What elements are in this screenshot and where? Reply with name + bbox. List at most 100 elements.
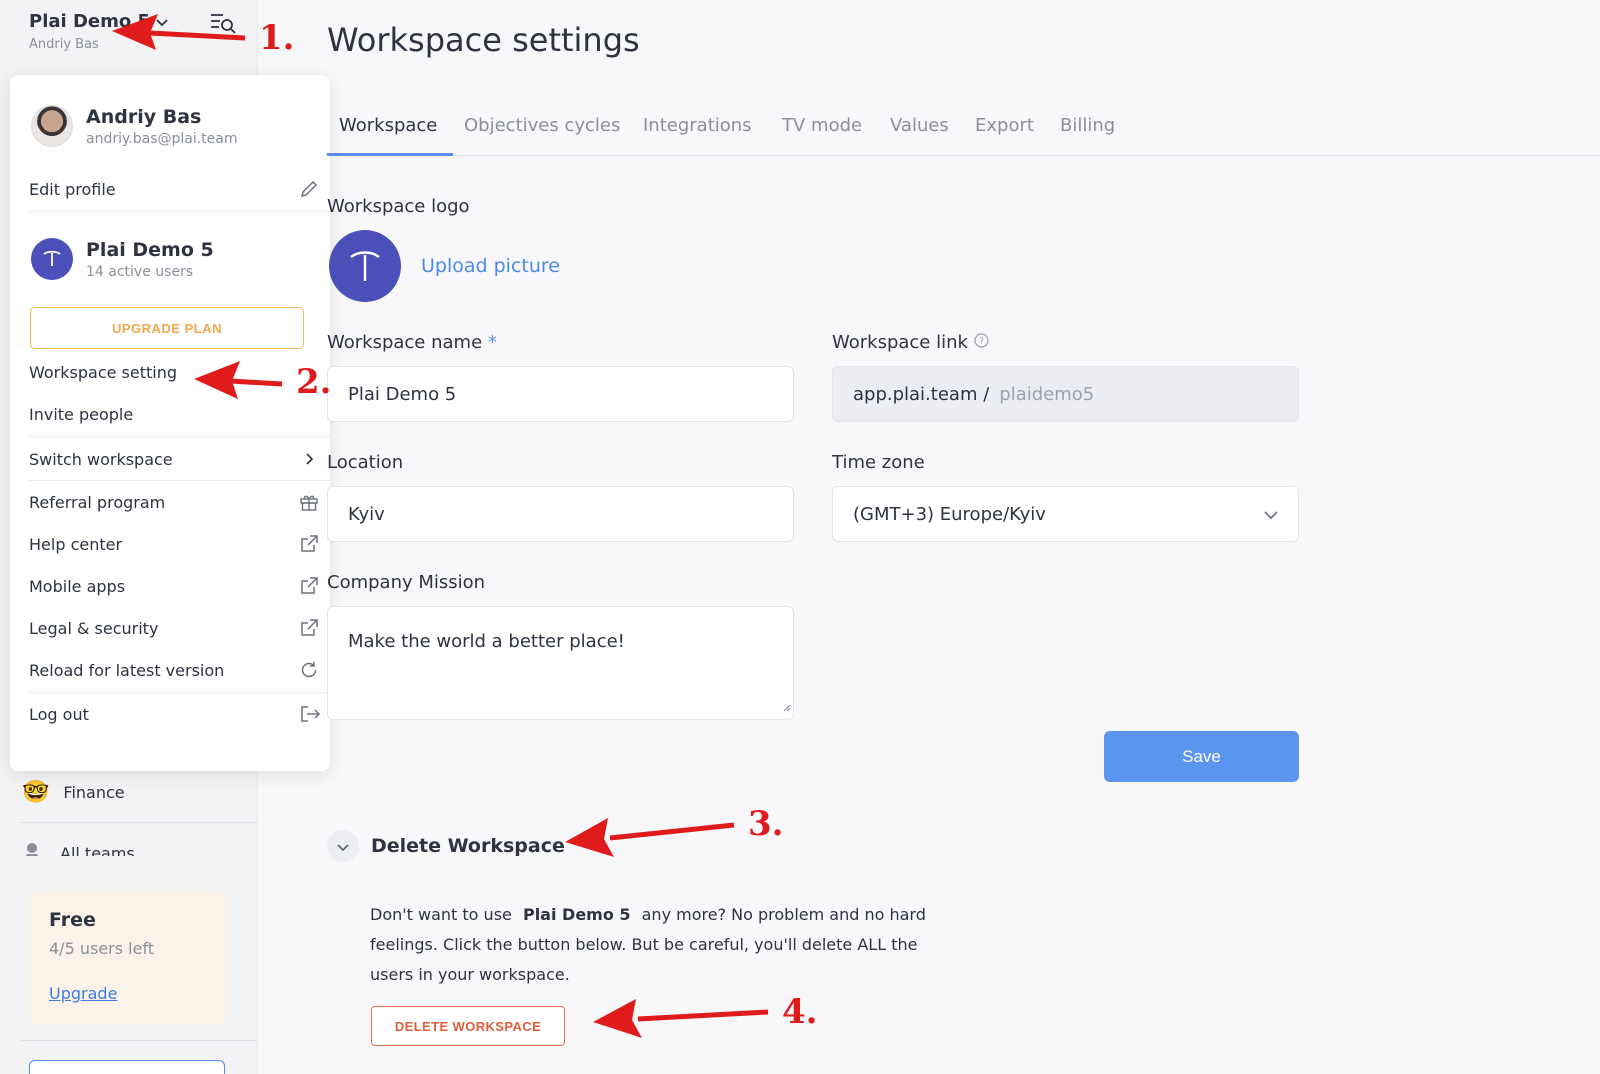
plan-title: Free <box>49 909 96 931</box>
collapse-toggle[interactable] <box>327 830 359 862</box>
menu-item-legal-security[interactable]: Legal & security <box>29 618 319 638</box>
timezone-label: Time zone <box>832 452 925 473</box>
divider <box>29 480 330 481</box>
menu-item-label: Switch workspace <box>29 449 173 469</box>
sidebar-team-finance[interactable]: 🤓 Finance <box>22 780 125 805</box>
sidebar-team-all[interactable]: All teams <box>22 842 258 856</box>
workspace-switcher[interactable]: Plai Demo 5 Andriy Bas <box>29 11 168 52</box>
annotation-number-2: 2. <box>296 362 332 402</box>
workspace-name-label: Workspace name * <box>327 332 497 353</box>
upgrade-plan-button[interactable]: UPGRADE PLAN <box>30 307 304 349</box>
company-mission-label: Company Mission <box>327 572 486 593</box>
menu-item-label: Reload for latest version <box>29 660 225 680</box>
help-icon[interactable]: ? <box>974 332 989 353</box>
workspace-link-field[interactable]: app.plai.team / plaidemo5 <box>832 366 1299 422</box>
tab-export[interactable]: Export <box>975 115 1034 136</box>
menu-current-workspace: Plai Demo 5 14 active users <box>31 238 214 280</box>
delete-workspace-description: Don't want to use Plai Demo 5 any more? … <box>370 905 926 984</box>
sidebar-bottom-button[interactable] <box>29 1060 225 1074</box>
divider <box>29 211 330 212</box>
menu-item-label: Legal & security <box>29 618 159 638</box>
gift-icon <box>299 492 319 512</box>
chevron-down-icon <box>1264 504 1278 525</box>
user-email: andriy.bas@plai.team <box>86 130 238 147</box>
tab-values[interactable]: Values <box>890 115 949 136</box>
tab-integrations[interactable]: Integrations <box>643 115 752 136</box>
team-icon <box>22 842 42 856</box>
workspace-name-input[interactable]: Plai Demo 5 <box>327 366 794 422</box>
external-link-icon <box>299 618 319 638</box>
location-input[interactable]: Kyiv <box>327 486 794 542</box>
save-button[interactable]: Save <box>1104 731 1299 782</box>
menu-item-label: Mobile apps <box>29 576 126 596</box>
workspace-name-bold: Plai Demo 5 <box>522 905 631 924</box>
workspace-logo-label: Workspace logo <box>327 196 470 217</box>
active-users: 14 active users <box>86 263 194 280</box>
menu-item-label: Invite people <box>29 405 134 424</box>
menu-item-label: Help center <box>29 534 123 554</box>
annotation-number-4: 4. <box>782 992 818 1032</box>
menu-item-referral-program[interactable]: Referral program <box>29 492 319 512</box>
required-mark: * <box>487 332 497 353</box>
upload-picture-link[interactable]: Upload picture <box>421 255 560 277</box>
team-label: Finance <box>63 783 125 802</box>
annotation-number-3: 3. <box>748 804 784 844</box>
menu-item-invite-people[interactable]: Invite people <box>29 405 319 424</box>
timezone-select[interactable]: (GMT+3) Europe/Kyiv <box>832 486 1299 542</box>
tab-workspace[interactable]: Workspace <box>339 115 437 136</box>
account-menu: Andriy Bas andriy.bas@plai.team Edit pro… <box>10 75 330 771</box>
workspace-title: Plai Demo 5 <box>29 11 151 32</box>
menu-item-label: Edit profile <box>29 179 116 199</box>
menu-item-mobile-apps[interactable]: Mobile apps <box>29 576 319 596</box>
menu-item-switch-workspace[interactable]: Switch workspace <box>29 449 319 469</box>
menu-item-label: Workspace setting <box>29 363 178 382</box>
page-title: Workspace settings <box>327 21 640 59</box>
annotation-number-1: 1. <box>259 18 295 58</box>
menu-item-help-center[interactable]: Help center <box>29 534 319 554</box>
workspace-logo-icon <box>31 238 73 280</box>
plan-card: Free 4/5 users left Upgrade <box>29 891 227 1024</box>
workspace-link-label: Workspace link ? <box>832 332 989 353</box>
resize-handle-icon[interactable] <box>781 696 791 717</box>
pencil-icon <box>299 179 319 199</box>
delete-workspace-heading: Delete Workspace <box>371 835 565 857</box>
search-icon[interactable] <box>210 12 236 34</box>
company-mission-textarea[interactable]: Make the world a better place! <box>327 606 794 720</box>
menu-item-reload[interactable]: Reload for latest version <box>29 660 319 680</box>
external-link-icon <box>299 534 319 554</box>
upgrade-link[interactable]: Upgrade <box>49 984 207 1003</box>
external-link-icon <box>299 576 319 596</box>
workspace-name: Plai Demo 5 <box>86 238 214 261</box>
menu-item-label: Log out <box>29 704 89 724</box>
plan-users-left: 4/5 users left <box>49 939 155 958</box>
nerd-face-icon: 🤓 <box>22 780 50 805</box>
chevron-down-icon <box>337 837 349 856</box>
logout-icon <box>299 704 321 724</box>
team-label: All teams <box>60 844 135 856</box>
active-tab-indicator <box>327 153 453 156</box>
menu-item-edit-profile[interactable]: Edit profile <box>29 179 319 199</box>
menu-user-profile: Andriy Bas andriy.bas@plai.team <box>31 105 238 147</box>
current-user-name: Andriy Bas <box>29 37 99 52</box>
location-label: Location <box>327 452 404 473</box>
refresh-icon <box>299 660 319 680</box>
delete-workspace-button[interactable]: DELETE WORKSPACE <box>371 1006 565 1046</box>
link-prefix: app.plai.team / <box>853 383 990 405</box>
menu-item-label: Referral program <box>29 492 166 512</box>
chevron-right-icon <box>299 449 319 469</box>
settings-tabs: Workspace Objectives cycles Integrations… <box>327 103 1600 156</box>
timezone-value: (GMT+3) Europe/Kyiv <box>853 503 1046 525</box>
menu-item-log-out[interactable]: Log out <box>29 704 321 724</box>
workspace-logo-icon <box>329 230 401 302</box>
divider <box>20 1040 258 1041</box>
svg-text:?: ? <box>979 337 984 347</box>
chevron-down-icon <box>156 11 168 32</box>
main-content: Workspace settings Workspace Objectives … <box>327 0 1600 1074</box>
user-name: Andriy Bas <box>86 105 202 128</box>
tab-tv-mode[interactable]: TV mode <box>782 115 862 136</box>
tab-billing[interactable]: Billing <box>1060 115 1115 136</box>
avatar <box>31 105 73 147</box>
mission-text: Make the world a better place! <box>348 631 625 652</box>
menu-item-workspace-setting[interactable]: Workspace setting <box>29 363 319 382</box>
tab-objectives-cycles[interactable]: Objectives cycles <box>464 115 620 136</box>
